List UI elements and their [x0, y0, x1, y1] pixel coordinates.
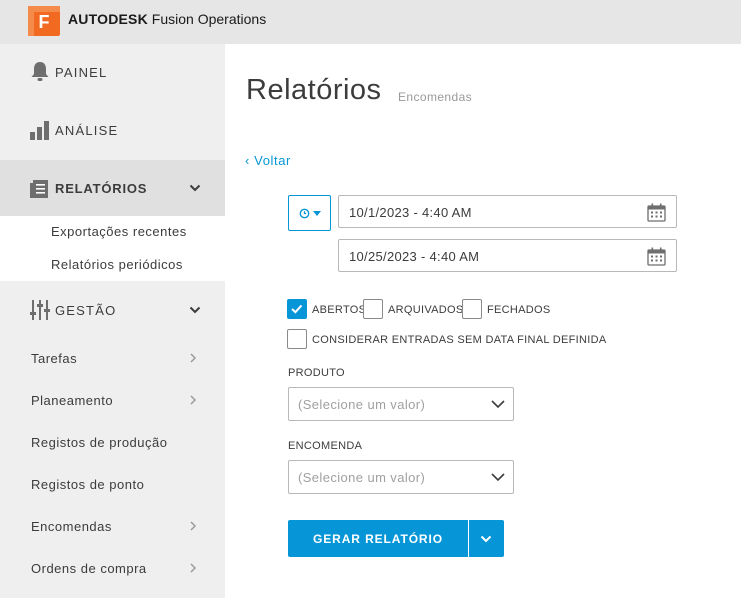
sidebar-item-analysis-label: ANÁLISE	[55, 122, 119, 138]
sidebar-item-analysis[interactable]: ANÁLISE	[0, 102, 225, 158]
sidebar-item-time-records-label: Registos de ponto	[31, 477, 145, 492]
product-select-placeholder: (Selecione um valor)	[298, 397, 426, 412]
sidebar-item-orders-label: Encomendas	[31, 519, 112, 534]
chevron-down-icon	[189, 306, 201, 314]
sidebar-item-panel-label: PAINEL	[55, 64, 108, 80]
open-checkbox[interactable]	[287, 299, 307, 319]
sidebar-item-panel[interactable]: PAINEL	[0, 44, 225, 100]
product-label: PRODUTO	[288, 367, 345, 379]
no-end-date-checkbox-label: CONSIDERAR ENTRADAS SEM DATA FINAL DEFIN…	[312, 334, 607, 346]
calendar-icon[interactable]	[647, 203, 666, 222]
order-select-placeholder: (Selecione um valor)	[298, 470, 426, 485]
chevron-right-icon	[190, 395, 197, 405]
sidebar-subitem-recent-exports[interactable]: Exportações recentes	[51, 224, 187, 239]
brand-autodesk: AUTODESK	[68, 11, 148, 27]
report-icon	[30, 180, 48, 198]
sidebar-item-production-records[interactable]: Registos de produção	[0, 422, 225, 464]
open-checkbox-label: ABERTOS	[312, 304, 367, 316]
chevron-down-icon	[491, 473, 505, 482]
sidebar-item-purchase-orders[interactable]: Ordens de compra	[0, 548, 225, 590]
end-date-value: 10/25/2023 - 4:40 AM	[349, 249, 480, 264]
page-title: Relatórios	[246, 74, 382, 106]
chevron-down-icon	[189, 184, 201, 192]
sidebar-item-reports[interactable]: RELATÓRIOS	[0, 160, 225, 216]
page-subtitle: Encomendas	[398, 90, 473, 104]
sidebar-item-orders[interactable]: Encomendas	[0, 506, 225, 548]
no-end-date-checkbox[interactable]	[287, 329, 307, 349]
fusion-logo-icon: F	[28, 6, 60, 36]
sidebar: PAINEL ANÁLISE RELATÓRIOS Exportações re…	[0, 44, 225, 598]
product-select[interactable]: (Selecione um valor)	[288, 387, 514, 421]
reports-subnav: Exportações recentes Relatórios periódic…	[0, 216, 225, 281]
time-range-dropdown-button[interactable]	[288, 195, 331, 231]
start-date-value: 10/1/2023 - 4:40 AM	[349, 205, 472, 220]
sidebar-item-management[interactable]: GESTÃO	[0, 282, 225, 338]
chevron-right-icon	[190, 563, 197, 573]
bar-chart-icon	[30, 121, 49, 140]
bell-icon	[31, 62, 49, 81]
caret-down-icon	[313, 211, 321, 216]
chevron-down-icon	[491, 400, 505, 409]
archived-checkbox[interactable]	[363, 299, 383, 319]
sidebar-item-tasks-label: Tarefas	[31, 351, 78, 366]
chevron-right-icon	[190, 521, 197, 531]
clock-icon	[299, 208, 310, 219]
sidebar-item-production-records-label: Registos de produção	[31, 435, 168, 450]
start-date-input[interactable]: 10/1/2023 - 4:40 AM	[338, 195, 677, 228]
closed-checkbox-label: FECHADOS	[487, 304, 551, 316]
top-bar: F AUTODESK Fusion Operations	[0, 0, 741, 44]
generate-report-button[interactable]: GERAR RELATÓRIO	[288, 520, 468, 557]
closed-checkbox[interactable]	[462, 299, 482, 319]
checkmark-icon	[291, 304, 303, 314]
sliders-icon	[30, 300, 50, 320]
calendar-icon[interactable]	[647, 247, 666, 266]
end-date-input[interactable]: 10/25/2023 - 4:40 AM	[338, 239, 677, 272]
generate-report-options-button[interactable]	[469, 520, 504, 557]
sidebar-item-tasks[interactable]: Tarefas	[0, 338, 225, 380]
sidebar-item-planning[interactable]: Planeamento	[0, 380, 225, 422]
sidebar-item-reports-label: RELATÓRIOS	[55, 180, 148, 196]
back-link[interactable]: ‹ Voltar	[245, 153, 291, 168]
logo-letter: F	[39, 12, 50, 32]
sidebar-item-purchase-orders-label: Ordens de compra	[31, 561, 147, 576]
archived-checkbox-label: ARQUIVADOS	[388, 304, 464, 316]
sidebar-item-planning-label: Planeamento	[31, 393, 114, 408]
sidebar-item-management-label: GESTÃO	[55, 302, 117, 318]
sidebar-item-time-records[interactable]: Registos de ponto	[0, 464, 225, 506]
sidebar-subitem-periodic-reports[interactable]: Relatórios periódicos	[51, 257, 183, 272]
brand-product: Fusion Operations	[147, 11, 267, 27]
order-label: ENCOMENDA	[288, 440, 363, 452]
brand-name: AUTODESK Fusion Operations	[68, 11, 266, 27]
order-select[interactable]: (Selecione um valor)	[288, 460, 514, 494]
chevron-right-icon	[190, 353, 197, 363]
chevron-down-icon	[480, 535, 492, 543]
